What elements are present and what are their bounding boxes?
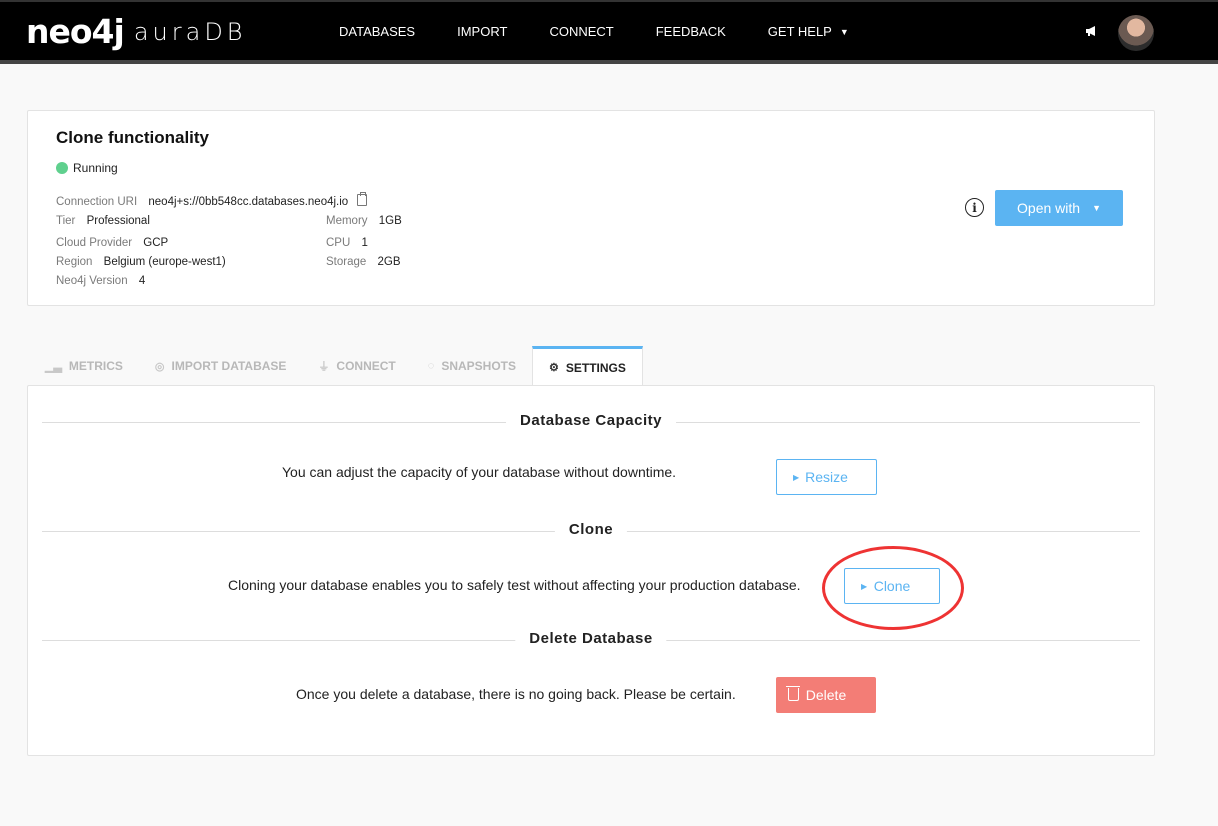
status-indicator: Running [56,161,118,175]
play-icon: ▶ [793,472,800,482]
top-navbar: neo4j auraDB DATABASES IMPORT CONNECT FE… [0,0,1218,60]
cpu-label: CPU [326,237,351,249]
resize-button[interactable]: ▶ Resize [776,459,877,495]
storage-value: 2GB [377,256,401,268]
connection-uri-row: Connection URI neo4j+s://0bb548cc.databa… [56,192,368,208]
plug-icon: ⏚ [318,361,330,373]
navbar-divider [0,60,1218,64]
version-value: 4 [138,275,146,287]
status-dot-icon [56,162,68,174]
copy-icon[interactable] [357,192,368,206]
neo4j-auradb-logo[interactable]: neo4j auraDB [26,14,247,50]
tab-import-database-label: IMPORT DATABASE [171,359,287,373]
gear-icon: ⚙ [549,362,559,374]
delete-description: Once you delete a database, there is no … [296,686,736,702]
info-icon[interactable]: i [965,198,984,217]
capacity-section-title: Database Capacity [506,412,676,429]
delete-section-title: Delete Database [515,630,667,647]
tab-snapshots-label: SNAPSHOTS [441,359,516,373]
tab-snapshots[interactable]: ◌ SNAPSHOTS [412,346,532,386]
import-icon: ◎ [154,360,165,373]
capacity-section-header: Database Capacity [42,412,1140,432]
nav-import[interactable]: IMPORT [457,24,507,39]
storage-row: Storage 2GB [326,256,401,268]
tab-import-database[interactable]: ◎ IMPORT DATABASE [139,346,303,386]
connection-uri-label: Connection URI [56,196,138,208]
play-icon: ▶ [861,581,868,591]
version-label: Neo4j Version [56,275,128,287]
cloud-provider-row: Cloud Provider GCP [56,237,168,249]
caret-down-icon: ▼ [839,26,849,37]
tab-settings-label: SETTINGS [565,360,626,375]
region-value: Belgium (europe-west1) [103,256,226,268]
tier-value: Professional [86,215,150,227]
settings-panel: Database Capacity You can adjust the cap… [27,385,1155,756]
brand-name: neo4j [26,12,125,51]
nav-feedback[interactable]: FEEDBACK [656,24,726,39]
clone-description: Cloning your database enables you to saf… [228,577,801,593]
database-tabs: ▁▃ METRICS ◎ IMPORT DATABASE ⏚ CONNECT ◌… [27,346,643,386]
tab-metrics-label: METRICS [68,359,123,373]
region-row: Region Belgium (europe-west1) [56,256,226,268]
open-with-label: Open with [1017,200,1081,216]
clone-button-label: Clone [873,578,911,594]
status-text: Running [73,161,118,175]
nav-get-help-label: GET HELP [767,24,832,39]
snapshot-icon: ◌ [427,360,435,372]
memory-row: Memory 1GB [326,215,402,227]
tier-label: Tier [56,215,76,227]
tab-settings[interactable]: ⚙ SETTINGS [532,346,643,386]
nav-connect[interactable]: CONNECT [549,24,613,39]
open-with-button[interactable]: Open with ▼ [995,190,1123,226]
clone-section-title: Clone [554,521,628,538]
cloud-provider-value: GCP [143,237,169,249]
cpu-value: 1 [361,237,368,249]
database-card: Clone functionality Running Connection U… [27,110,1155,306]
connection-uri-value: neo4j+s://0bb548cc.databases.neo4j.io [148,196,349,208]
tab-metrics[interactable]: ▁▃ METRICS [27,346,139,386]
chart-icon: ▁▃ [45,360,62,373]
resize-button-label: Resize [805,469,848,485]
delete-button-label: Delete [805,687,847,703]
tab-connect[interactable]: ⏚ CONNECT [302,346,411,386]
nav-get-help[interactable]: GET HELP ▼ [768,24,849,39]
delete-button[interactable]: Delete [776,677,876,713]
delete-section-header: Delete Database [42,630,1140,650]
capacity-description: You can adjust the capacity of your data… [282,464,677,480]
user-avatar[interactable] [1118,15,1154,51]
clone-button[interactable]: ▶ Clone [844,568,940,604]
storage-label: Storage [326,256,367,268]
memory-label: Memory [326,215,368,227]
cloud-provider-label: Cloud Provider [56,237,133,249]
product-name: auraDB [133,18,247,46]
main-nav: DATABASES IMPORT CONNECT FEEDBACK GET HE… [339,24,891,39]
clone-section-header: Clone [42,521,1140,541]
nav-databases[interactable]: DATABASES [339,24,415,39]
database-title: Clone functionality [56,128,209,147]
memory-value: 1GB [378,215,402,227]
trash-icon [786,686,800,701]
tab-connect-label: CONNECT [336,359,396,373]
cpu-row: CPU 1 [326,237,368,249]
megaphone-icon[interactable] [1085,24,1099,38]
tier-row: Tier Professional [56,215,150,227]
version-row: Neo4j Version 4 [56,275,145,287]
region-label: Region [56,256,93,268]
caret-down-icon: ▼ [1092,203,1101,213]
